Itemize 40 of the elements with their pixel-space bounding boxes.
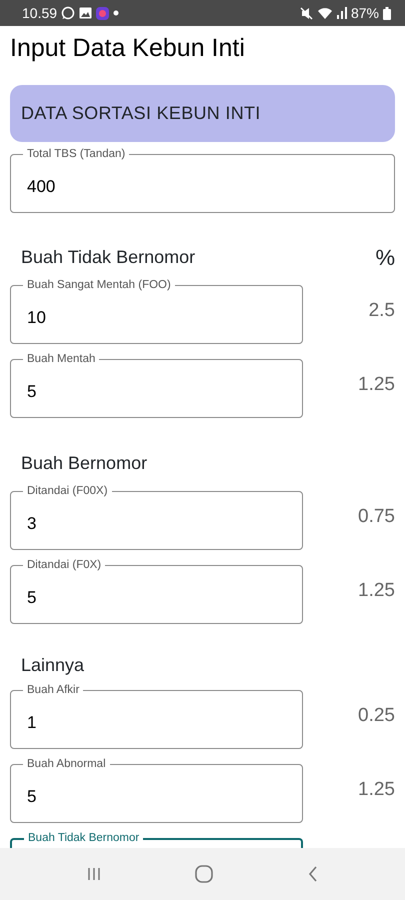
input-field[interactable]: Total TBS (Tandan) 400 [10, 148, 395, 213]
page-title: Input Data Kebun Inti [10, 33, 246, 64]
section-title: Buah Bernomor [21, 452, 148, 474]
percent-value: 1.25 [357, 579, 395, 604]
field-label: Buah Afkir [26, 684, 80, 697]
percent-value: 2.5 [368, 299, 395, 324]
status-time: 10.59 [22, 4, 58, 22]
home-icon[interactable] [195, 865, 214, 883]
mute-icon [300, 6, 313, 20]
battery-percent: 87% [350, 4, 379, 22]
input-field[interactable]: Ditandai (F00X) 3 [10, 485, 303, 550]
unit-label: % [375, 244, 395, 272]
percent-value: 0.25 [357, 704, 395, 728]
back-icon[interactable] [308, 866, 318, 882]
recents-icon[interactable] [87, 867, 102, 881]
section-banner: DATA SORTASI KEBUN INTI [10, 85, 395, 142]
field-label: Buah Tidak Bernomor [27, 832, 140, 845]
field-label: Ditandai (F0X) [26, 559, 102, 572]
input-field[interactable]: Buah Mentah 5 [10, 353, 303, 418]
app-icon [96, 6, 110, 20]
field-label: Buah Mentah [26, 353, 96, 366]
dot-icon [113, 10, 120, 16]
percent-value: 1.25 [357, 373, 395, 398]
field-label: Buah Sangat Mentah (FOO) [26, 279, 172, 292]
percent-value: 0.75 [357, 505, 395, 530]
field-label: Total TBS (Tandan) [26, 148, 126, 161]
chat-bubble-icon [61, 6, 76, 20]
percent-value: 1.25 [357, 778, 395, 802]
input-field[interactable]: Buah Abnormal 5 [10, 758, 303, 823]
wifi-icon [316, 6, 333, 20]
input-field[interactable]: Buah Afkir 1 [10, 684, 303, 749]
section-title: Lainnya [21, 654, 84, 677]
battery-icon [383, 6, 391, 20]
field-label: Ditandai (F00X) [26, 485, 109, 498]
section-title: Buah Tidak Bernomor [21, 246, 196, 268]
image-icon [79, 7, 92, 19]
input-field[interactable]: Ditandai (F0X) 5 [10, 559, 303, 624]
field-label: Buah Abnormal [26, 758, 107, 771]
input-field[interactable]: Buah Sangat Mentah (FOO) 10 [10, 279, 303, 344]
signal-icon [336, 7, 347, 19]
